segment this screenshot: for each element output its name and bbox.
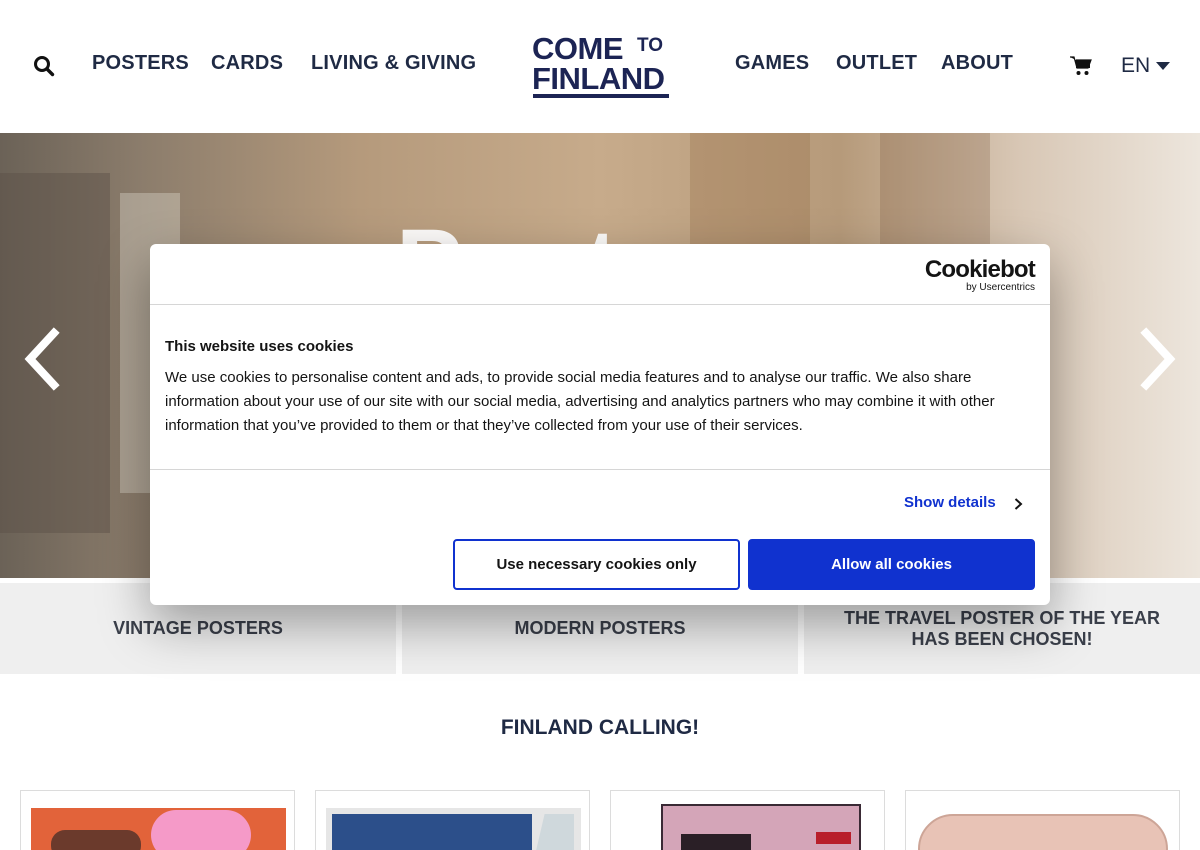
product-image: [916, 808, 1171, 850]
product-card[interactable]: [315, 790, 590, 850]
nav-about[interactable]: ABOUT: [941, 52, 1013, 75]
caret-down-icon[interactable]: [1156, 62, 1170, 70]
cookie-body: We use cookies to personalise content an…: [165, 369, 995, 434]
divider: [150, 469, 1050, 470]
product-card[interactable]: [905, 790, 1180, 850]
product-card[interactable]: [20, 790, 295, 850]
logo-underline: [533, 94, 669, 98]
nav-games[interactable]: GAMES: [735, 52, 809, 75]
product-image: [326, 808, 581, 850]
cookiebot-brand-sub: by Usercentrics: [966, 282, 1035, 293]
site-logo[interactable]: COME TO FINLAND: [532, 33, 670, 99]
language-selector[interactable]: EN: [1121, 54, 1150, 78]
logo-line1-small: TO: [637, 35, 664, 56]
show-details-link[interactable]: Show details: [904, 494, 996, 511]
cookiebot-brand: Cookiebot: [924, 256, 1036, 283]
divider: [150, 304, 1050, 305]
cookie-consent-dialog: Cookiebot by Usercentrics This website u…: [150, 244, 1050, 605]
logo-line1: COME: [532, 31, 624, 66]
nav-cards[interactable]: CARDS: [211, 52, 283, 75]
cart-icon[interactable]: [1070, 56, 1092, 76]
chevron-right-icon[interactable]: [1138, 327, 1178, 391]
search-icon[interactable]: [33, 55, 55, 77]
nav-outlet[interactable]: OUTLET: [836, 52, 917, 75]
cookiebot-logo: Cookiebot by Usercentrics: [924, 256, 1036, 294]
product-image: [621, 804, 876, 850]
use-necessary-cookies-button[interactable]: Use necessary cookies only: [453, 539, 740, 590]
product-card[interactable]: [610, 790, 885, 850]
chevron-right-icon[interactable]: [1014, 498, 1023, 510]
chevron-left-icon[interactable]: [22, 327, 62, 391]
product-image: [31, 808, 286, 850]
allow-all-cookies-button[interactable]: Allow all cookies: [748, 539, 1035, 590]
nav-living-giving[interactable]: LIVING & GIVING: [311, 52, 476, 75]
section-title: FINLAND CALLING!: [500, 716, 700, 739]
site-header: POSTERS CARDS LIVING & GIVING COME TO FI…: [0, 0, 1200, 133]
logo-line2: FINLAND: [532, 61, 665, 96]
nav-posters[interactable]: POSTERS: [92, 52, 189, 75]
cookie-heading: This website uses cookies: [165, 338, 354, 355]
